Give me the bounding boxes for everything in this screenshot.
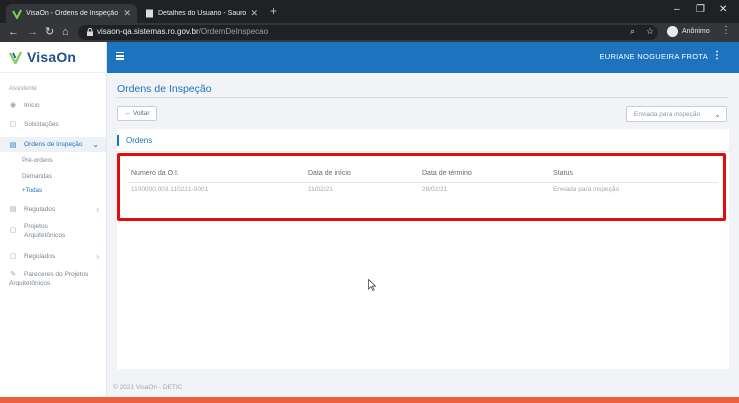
user-name[interactable]: EURIANE NOGUEIRA FROTA xyxy=(599,52,708,61)
sidebar-item-label: Início xyxy=(24,101,40,109)
page-title: Ordens de Inspeção xyxy=(117,83,212,95)
card-header: Ordens xyxy=(117,129,729,152)
url-host: visaon-qa.sistemas.ro.gov.br xyxy=(97,27,199,36)
sidebar-subitem-todas[interactable]: +Todas xyxy=(22,187,42,194)
calendar-icon: ▢ xyxy=(9,121,17,128)
home-icon[interactable]: ⌂ xyxy=(62,25,69,39)
browser-toolbar: ← → ↻ ⌂ visaon-qa.sistemas.ro.gov.br/Ord… xyxy=(0,23,739,42)
title-divider xyxy=(117,97,729,98)
user-menu-icon[interactable]: ⋮ xyxy=(712,50,722,61)
visaon-favicon-icon xyxy=(12,9,22,19)
minimize-icon[interactable]: – xyxy=(674,4,680,15)
card-title: Ordens xyxy=(126,136,153,145)
sidebar-section-label: Assistente xyxy=(9,86,37,92)
calendar-icon: ▢ xyxy=(9,227,17,234)
sidebar-item-regulados-2[interactable]: ▢ Regulados › xyxy=(0,250,106,262)
back-button-label: Voltar xyxy=(132,110,150,117)
sidebar-item-solicitacoes[interactable]: ▢ Solicitações xyxy=(0,118,106,130)
profile-label: Anônimo xyxy=(682,28,710,35)
brand-logo[interactable]: VisaOn xyxy=(0,42,107,73)
mouse-cursor-icon xyxy=(368,279,376,291)
footer-copyright: © 2021 VisaOn - DETIC xyxy=(113,384,183,391)
tab-title: VisaOn - Ordens de Inspeção xyxy=(26,10,119,17)
tab-close-icon[interactable]: ✕ xyxy=(250,8,258,19)
document-icon: ▤ xyxy=(9,206,17,213)
chevron-right-icon: › xyxy=(96,251,99,261)
card-header-accent xyxy=(117,135,119,146)
restore-icon[interactable]: ❐ xyxy=(696,4,705,15)
page-favicon-icon xyxy=(144,9,154,19)
sidebar-item-ordens-de-inspecao[interactable]: ▤ Ordens de Inspeção ⌄ xyxy=(0,137,106,152)
chevron-down-icon: ⌄ xyxy=(714,110,721,119)
sidebar-item-label: Regulados xyxy=(24,252,56,260)
address-bar[interactable]: visaon-qa.sistemas.ro.gov.br/OrdemDeInsp… xyxy=(78,25,658,40)
app-header: EURIANE NOGUEIRA FROTA ⋮ xyxy=(107,42,739,73)
bottom-border-strip xyxy=(0,397,739,403)
chevron-right-icon: › xyxy=(96,204,99,214)
sidebar-item-label: Regulados xyxy=(24,205,56,213)
sidebar-item-label: Ordens de Inspeção xyxy=(24,141,83,148)
main-content: Ordens de Inspeção ← Voltar Enviada para… xyxy=(107,73,739,398)
dashboard-icon: ◉ xyxy=(9,102,17,109)
sidebar-item-inicio[interactable]: ◉ Início xyxy=(0,99,106,111)
chevron-down-icon: ⌄ xyxy=(92,140,99,149)
hamburger-menu-icon[interactable] xyxy=(116,52,124,60)
visaon-logo-icon xyxy=(9,50,22,64)
document-icon: ▢ xyxy=(9,253,17,260)
sidebar: VisaOn Assistente ◉ Início ▢ Solicitaçõe… xyxy=(0,42,107,398)
url-text: visaon-qa.sistemas.ro.gov.br/OrdemDeInsp… xyxy=(97,27,268,36)
lock-icon xyxy=(87,28,93,36)
zoom-search-icon[interactable]: ⌕ xyxy=(630,26,635,37)
sidebar-item-label: Pareceres do Projetos Arquitetônicos xyxy=(9,271,89,287)
sidebar-subitem-pre-ordens[interactable]: Pré-ordens xyxy=(22,157,53,164)
forward-arrow-icon[interactable]: → xyxy=(27,25,38,39)
sidebar-item-label: Solicitações xyxy=(24,120,59,128)
sidebar-item-label: Projetos Arquitetônicos xyxy=(24,223,66,239)
incognito-icon xyxy=(667,26,678,37)
reload-icon[interactable]: ↻ xyxy=(45,25,54,39)
annotation-highlight-box xyxy=(117,153,726,221)
status-filter-select[interactable]: Enviada para inspeção ⌄ xyxy=(626,106,727,122)
sidebar-item-regulados[interactable]: ▤ Regulados › xyxy=(0,203,106,215)
back-button[interactable]: ← Voltar xyxy=(117,106,157,121)
back-arrow-icon[interactable]: ← xyxy=(8,25,19,39)
document-icon: ▤ xyxy=(9,141,17,149)
url-path: /OrdemDeInspecao xyxy=(198,27,269,36)
bookmark-star-icon[interactable]: ☆ xyxy=(646,26,654,37)
tab-close-icon[interactable]: ✕ xyxy=(123,8,131,19)
sidebar-subitem-demandas[interactable]: Demandas xyxy=(22,173,52,180)
window-close-icon[interactable]: ✕ xyxy=(719,4,727,15)
status-filter-value: Enviada para inspeção xyxy=(634,110,701,118)
sidebar-item-projetos-arquitetonicos[interactable]: ▢ Projetos Arquitetônicos xyxy=(0,222,106,242)
new-tab-icon[interactable]: + xyxy=(270,4,277,18)
browser-menu-icon[interactable]: ⋮ xyxy=(721,25,731,36)
tab-visaon-ordens[interactable]: VisaOn - Ordens de Inspeção ✕ xyxy=(6,4,137,23)
sidebar-item-pareceres[interactable]: ✎ Pareceres do Projetos Arquitetônicos xyxy=(0,270,106,290)
browser-tab-bar: VisaOn - Ordens de Inspeção ✕ Detalhes d… xyxy=(0,0,739,23)
incognito-profile[interactable]: Anônimo xyxy=(667,26,710,37)
back-arrow-icon: ← xyxy=(124,110,131,117)
tab-detalhes-usuario[interactable]: Detalhes do Usuario - Sauron.Go ✕ xyxy=(138,4,264,23)
tab-title: Detalhes do Usuario - Sauron.Go xyxy=(158,10,247,17)
brand-name: VisaOn xyxy=(27,49,77,65)
